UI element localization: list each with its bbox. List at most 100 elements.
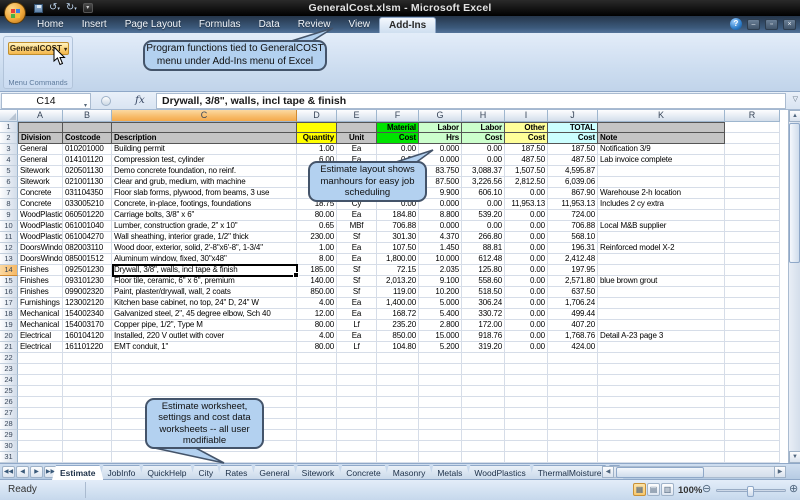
cell-G21[interactable]: 5.200	[419, 342, 462, 353]
cell-H10[interactable]: 0.00	[462, 221, 505, 232]
expand-formula-bar-icon[interactable]: ▽	[793, 95, 798, 103]
cell-J29[interactable]	[548, 430, 598, 441]
cell-E29[interactable]	[337, 430, 377, 441]
column-header-H[interactable]: H	[462, 110, 505, 122]
cell-J4[interactable]: 487.50	[548, 155, 598, 166]
cell-G30[interactable]	[419, 441, 462, 452]
select-all-corner[interactable]	[0, 110, 18, 122]
cell-D31[interactable]	[297, 452, 337, 463]
row-header-14[interactable]: 14	[0, 265, 18, 276]
cell-R3[interactable]	[725, 144, 780, 155]
cell-B20[interactable]: 160104120	[63, 331, 112, 342]
cell-K22[interactable]	[598, 353, 725, 364]
row-header-7[interactable]: 7	[0, 188, 18, 199]
cell-A15[interactable]: Finishes	[18, 276, 63, 287]
cell-B27[interactable]	[63, 408, 112, 419]
vertical-scroll-thumb[interactable]	[789, 123, 800, 263]
cell-D2[interactable]: Quantity	[297, 133, 337, 144]
cell-J2[interactable]: Cost	[548, 133, 598, 144]
cell-E14[interactable]: Sf	[337, 265, 377, 276]
cell-I4[interactable]: 487.50	[505, 155, 548, 166]
cell-E13[interactable]: Ea	[337, 254, 377, 265]
cell-D18[interactable]: 12.00	[297, 309, 337, 320]
horizontal-scroll-thumb[interactable]	[616, 467, 704, 478]
cell-K23[interactable]	[598, 364, 725, 375]
cell-R14[interactable]	[725, 265, 780, 276]
cell-J12[interactable]: 196.31	[548, 243, 598, 254]
cell-E3[interactable]: Ea	[337, 144, 377, 155]
cell-E24[interactable]	[337, 375, 377, 386]
normal-view-icon[interactable]: ▦	[633, 483, 646, 496]
row-header-25[interactable]: 25	[0, 386, 18, 397]
cell-F14[interactable]: 72.15	[377, 265, 419, 276]
cell-R15[interactable]	[725, 276, 780, 287]
cell-R7[interactable]	[725, 188, 780, 199]
cell-G1[interactable]: Labor	[419, 122, 462, 133]
cell-G17[interactable]: 5.000	[419, 298, 462, 309]
cell-G12[interactable]: 1.450	[419, 243, 462, 254]
sheet-tab-concrete[interactable]: Concrete	[338, 465, 389, 480]
cell-J27[interactable]	[548, 408, 598, 419]
cell-B5[interactable]: 020501130	[63, 166, 112, 177]
cell-E2[interactable]: Unit	[337, 133, 377, 144]
cell-E18[interactable]: Ea	[337, 309, 377, 320]
cell-R1[interactable]	[725, 122, 780, 133]
cell-R25[interactable]	[725, 386, 780, 397]
cell-J8[interactable]: 11,953.13	[548, 199, 598, 210]
cell-J30[interactable]	[548, 441, 598, 452]
cell-I30[interactable]	[505, 441, 548, 452]
cell-A20[interactable]: Electrical	[18, 331, 63, 342]
cell-A4[interactable]: General	[18, 155, 63, 166]
cell-D20[interactable]: 4.00	[297, 331, 337, 342]
cell-C25[interactable]	[112, 386, 297, 397]
cell-J28[interactable]	[548, 419, 598, 430]
cell-K26[interactable]	[598, 397, 725, 408]
cell-E20[interactable]: Ea	[337, 331, 377, 342]
row-header-1[interactable]: 1	[0, 122, 18, 133]
cell-C22[interactable]	[112, 353, 297, 364]
cell-K11[interactable]	[598, 232, 725, 243]
next-sheet-icon[interactable]: ▶	[30, 466, 43, 478]
cell-A24[interactable]	[18, 375, 63, 386]
cell-B18[interactable]: 154002340	[63, 309, 112, 320]
cell-I18[interactable]: 0.00	[505, 309, 548, 320]
first-sheet-icon[interactable]: ◀◀	[2, 466, 15, 478]
cell-K14[interactable]	[598, 265, 725, 276]
restore-icon[interactable]: ▫	[765, 19, 778, 30]
cell-K16[interactable]	[598, 287, 725, 298]
row-header-8[interactable]: 8	[0, 199, 18, 210]
cell-F20[interactable]: 850.00	[377, 331, 419, 342]
save-icon[interactable]	[34, 4, 43, 13]
cell-A12[interactable]: DoorsWindows	[18, 243, 63, 254]
row-header-23[interactable]: 23	[0, 364, 18, 375]
row-header-22[interactable]: 22	[0, 353, 18, 364]
row-header-13[interactable]: 13	[0, 254, 18, 265]
cell-B29[interactable]	[63, 430, 112, 441]
cell-D30[interactable]	[297, 441, 337, 452]
cell-K1[interactable]	[598, 122, 725, 133]
cell-J19[interactable]: 407.20	[548, 320, 598, 331]
cell-B14[interactable]: 092501230	[63, 265, 112, 276]
cell-G24[interactable]	[419, 375, 462, 386]
cell-J1[interactable]: TOTAL	[548, 122, 598, 133]
cell-B13[interactable]: 085001512	[63, 254, 112, 265]
row-header-4[interactable]: 4	[0, 155, 18, 166]
cell-B4[interactable]: 014101120	[63, 155, 112, 166]
cell-R16[interactable]	[725, 287, 780, 298]
cell-I28[interactable]	[505, 419, 548, 430]
column-header-K[interactable]: K	[598, 110, 725, 122]
cell-C2[interactable]: Description	[112, 133, 297, 144]
cell-D26[interactable]	[297, 397, 337, 408]
cell-A11[interactable]: WoodPlastics	[18, 232, 63, 243]
cell-H29[interactable]	[462, 430, 505, 441]
cell-F12[interactable]: 107.50	[377, 243, 419, 254]
cell-B2[interactable]: Costcode	[63, 133, 112, 144]
close-icon[interactable]: ×	[783, 19, 796, 30]
cell-J24[interactable]	[548, 375, 598, 386]
cell-B6[interactable]: 021001130	[63, 177, 112, 188]
help-icon[interactable]: ?	[730, 18, 742, 30]
cell-G2[interactable]: Hrs	[419, 133, 462, 144]
column-header-G[interactable]: G	[419, 110, 462, 122]
cell-E15[interactable]: Sf	[337, 276, 377, 287]
cell-R26[interactable]	[725, 397, 780, 408]
